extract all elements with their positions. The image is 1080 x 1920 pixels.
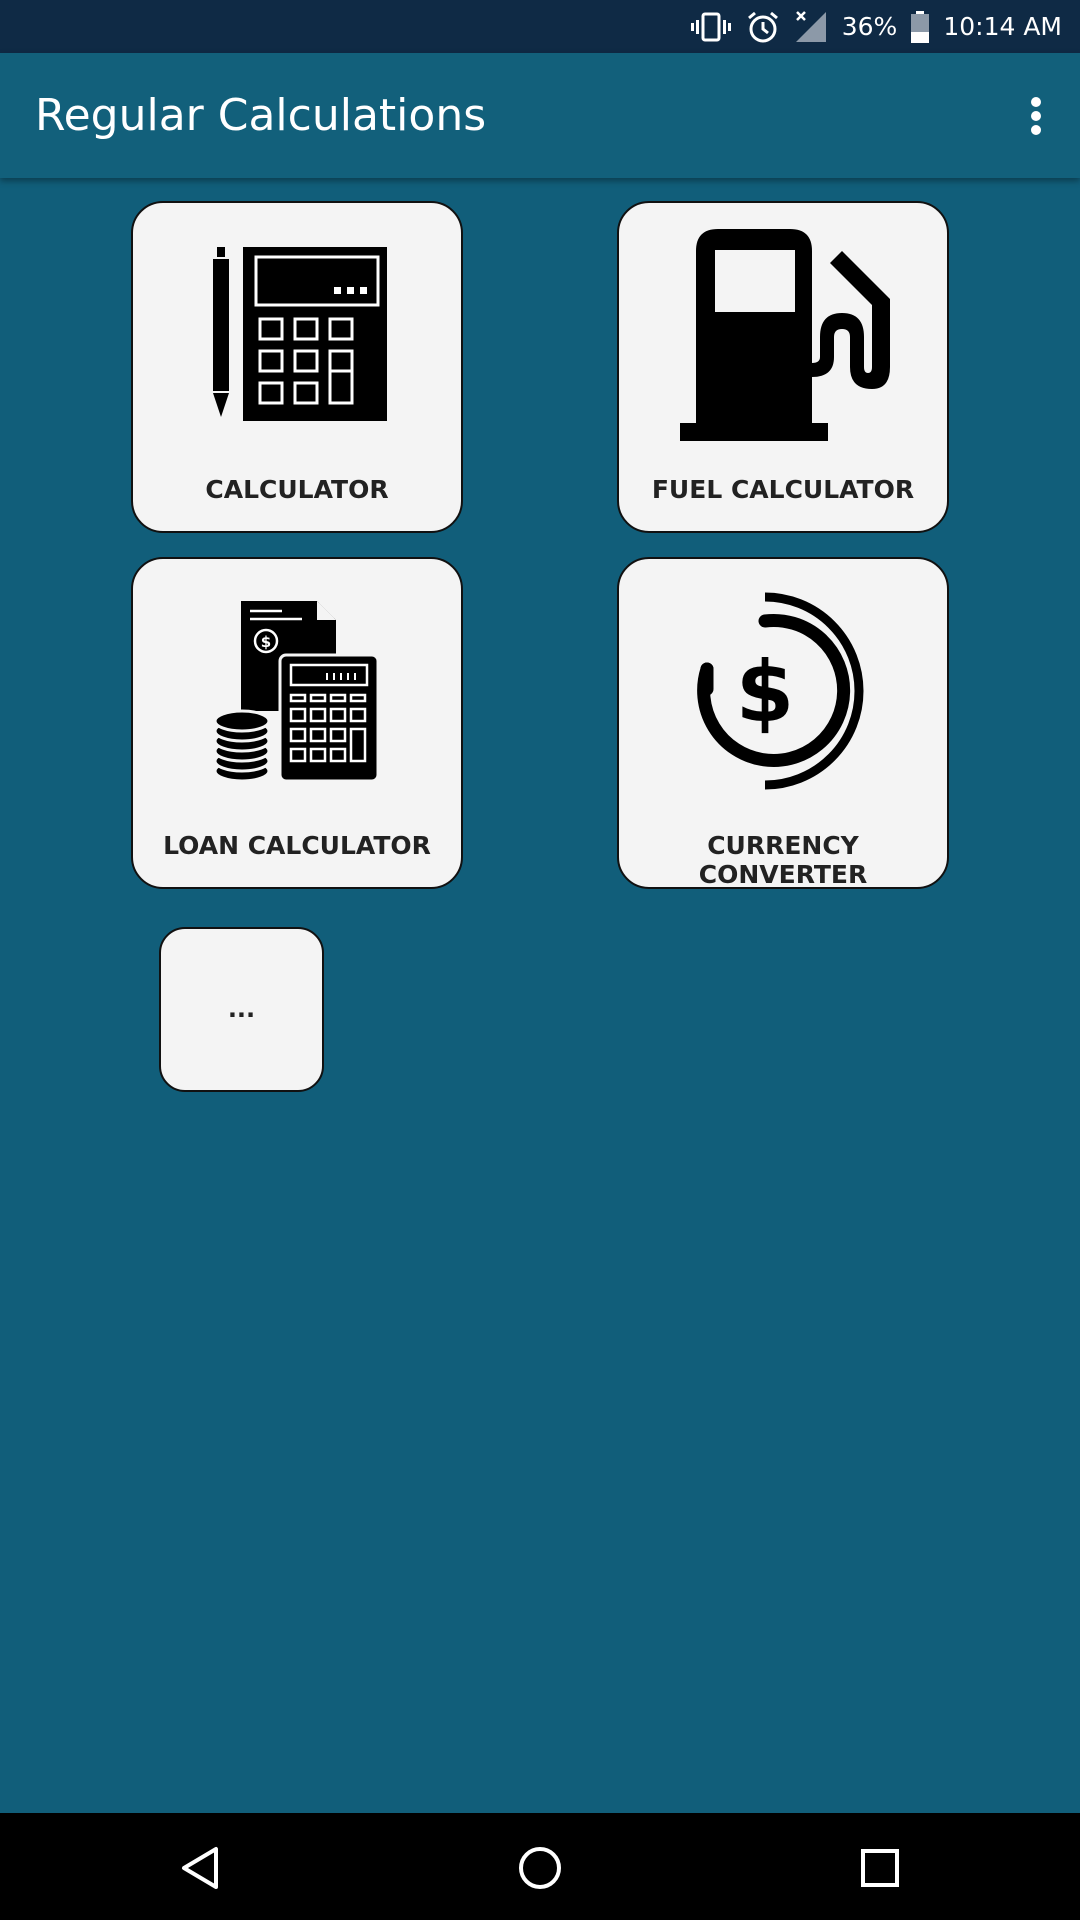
- fuel-pump-icon: [680, 229, 890, 441]
- recents-button[interactable]: [845, 1833, 915, 1903]
- more-tile[interactable]: ...: [159, 927, 324, 1092]
- alarm-icon: [746, 10, 780, 44]
- svg-text:$: $: [261, 633, 271, 651]
- back-icon: [182, 1847, 218, 1889]
- more-vert-icon: [1031, 97, 1041, 135]
- loan-calculator-icon: $: [213, 601, 380, 783]
- currency-converter-tile[interactable]: $ CURRENCY CONVERTER: [617, 557, 949, 889]
- recents-icon: [861, 1849, 899, 1887]
- fuel-calculator-tile[interactable]: FUEL CALCULATOR: [617, 201, 949, 533]
- calculator-tile[interactable]: CALCULATOR: [131, 201, 463, 533]
- svg-text:$: $: [736, 643, 794, 741]
- battery-percent: 36%: [841, 12, 898, 41]
- battery-icon: [911, 10, 930, 43]
- back-button[interactable]: [166, 1833, 236, 1903]
- status-bar: 36% 10:14 AM: [0, 0, 1080, 53]
- more-label: ...: [227, 995, 256, 1023]
- currency-dollar-icon: $: [697, 592, 864, 790]
- loan-calculator-label: LOAN CALCULATOR: [163, 831, 431, 860]
- app-title: Regular Calculations: [35, 90, 487, 141]
- status-icons: 36% 10:14 AM: [690, 0, 1062, 53]
- home-button[interactable]: [505, 1833, 575, 1903]
- vibrate-icon: [690, 12, 732, 42]
- calculator-label: CALCULATOR: [205, 475, 389, 504]
- signal-off-icon: [794, 10, 828, 44]
- calculator-icon: [213, 247, 387, 421]
- navigation-bar: [0, 1813, 1080, 1920]
- fuel-calculator-label: FUEL CALCULATOR: [651, 475, 915, 504]
- app-bar: Regular Calculations: [0, 53, 1080, 178]
- overflow-menu-button[interactable]: [1012, 89, 1060, 143]
- loan-calculator-tile[interactable]: $ LOAN CALCULATOR: [131, 557, 463, 889]
- currency-converter-label: CURRENCY CONVERTER: [698, 831, 868, 889]
- status-time: 10:14 AM: [943, 12, 1062, 41]
- home-icon: [519, 1847, 561, 1889]
